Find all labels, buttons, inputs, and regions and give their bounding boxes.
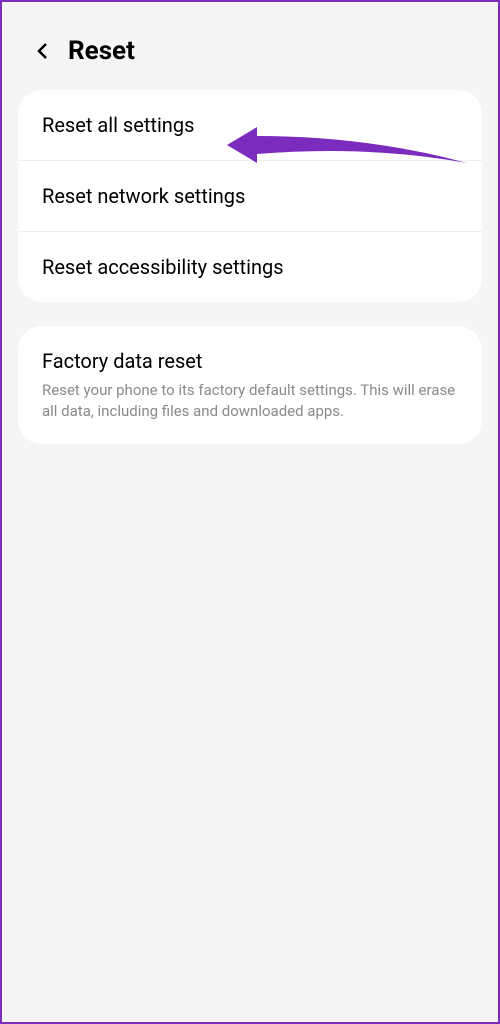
back-icon[interactable] (32, 40, 54, 62)
reset-all-settings-item[interactable]: Reset all settings (18, 90, 482, 161)
item-title: Reset network settings (42, 183, 458, 209)
item-title: Reset all settings (42, 112, 458, 138)
reset-network-settings-item[interactable]: Reset network settings (18, 161, 482, 232)
factory-data-reset-item[interactable]: Factory data reset Reset your phone to i… (18, 326, 482, 444)
item-title: Factory data reset (42, 348, 458, 374)
settings-group-1: Reset all settings Reset network setting… (18, 90, 482, 302)
item-title: Reset accessibility settings (42, 254, 458, 280)
reset-accessibility-settings-item[interactable]: Reset accessibility settings (18, 232, 482, 302)
settings-group-2: Factory data reset Reset your phone to i… (18, 326, 482, 444)
header: Reset (2, 2, 498, 90)
page-title: Reset (68, 36, 135, 66)
item-description: Reset your phone to its factory default … (42, 380, 458, 422)
